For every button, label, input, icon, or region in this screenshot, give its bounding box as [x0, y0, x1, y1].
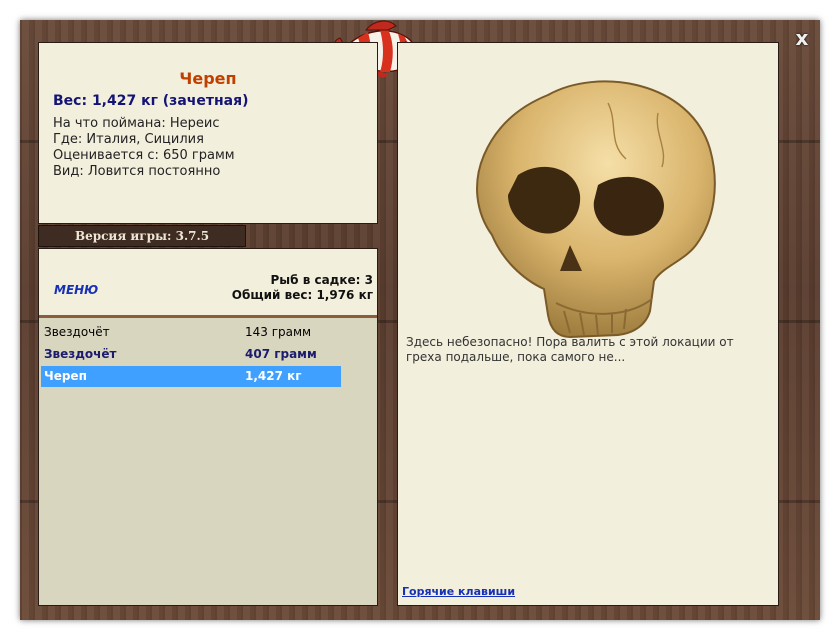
- fish-description: Здесь небезопасно! Пора валить с этой ло…: [406, 335, 734, 364]
- fish-info-panel: Череп Вес: 1,427 кг (зачетная) На что по…: [38, 42, 378, 224]
- list-item-name: Череп: [44, 369, 87, 383]
- menu-button[interactable]: МЕНЮ: [54, 283, 98, 297]
- valued-from-text: Оценивается с: 650 грамм: [53, 148, 235, 163]
- caught-on-text: На что поймана: Нереис: [53, 116, 220, 131]
- keepnet-panel: МЕНЮ Рыб в садке: 3 Общий вес: 1,976 кг …: [38, 248, 378, 606]
- fish-name-title: Череп: [179, 69, 237, 88]
- species-text: Вид: Ловится постоянно: [53, 164, 221, 179]
- list-item-name: Звездочёт: [44, 347, 117, 361]
- list-item-weight: 1,427 кг: [245, 369, 302, 383]
- list-item[interactable]: Звездочёт 407 грамм: [41, 344, 341, 365]
- fish-detail-panel: Здесь небезопасно! Пора валить с этой ло…: [397, 42, 779, 606]
- list-item-weight: 143 грамм: [245, 325, 312, 339]
- keepnet-total-weight: Общий вес: 1,976 кг: [231, 288, 373, 302]
- close-icon[interactable]: x: [792, 28, 812, 48]
- hotkeys-link[interactable]: Горячие клавиши: [402, 585, 515, 598]
- keepnet-count: Рыб в садке: 3: [270, 273, 374, 287]
- list-item[interactable]: Звездочёт 143 грамм: [41, 322, 341, 343]
- list-item-weight: 407 грамм: [245, 347, 317, 361]
- version-badge: Версия игры: 3.7.5: [38, 225, 246, 247]
- fish-weight: Вес: 1,427 кг (зачетная): [53, 93, 249, 109]
- catch-list: Звездочёт 143 грамм Звездочёт 407 грамм …: [39, 318, 377, 605]
- location-text: Где: Италия, Сицилия: [53, 132, 204, 147]
- list-item-selected[interactable]: Череп 1,427 кг: [41, 366, 341, 387]
- skull-image: [476, 80, 716, 339]
- list-item-name: Звездочёт: [44, 325, 110, 339]
